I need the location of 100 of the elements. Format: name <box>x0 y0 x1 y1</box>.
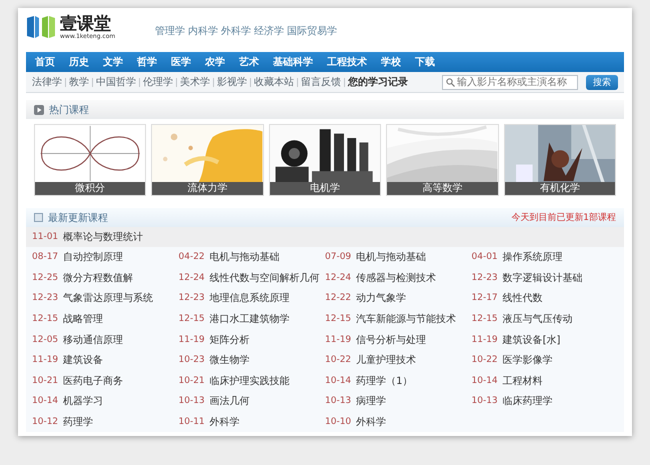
course-link[interactable]: 操作系统原理 <box>502 250 563 264</box>
course-date: 11-01 <box>32 232 58 242</box>
play-icon <box>34 104 44 114</box>
search-button[interactable]: 搜索 <box>586 74 618 90</box>
sub-nav-link[interactable]: 中国哲学 <box>96 75 136 89</box>
course-date: 12-15 <box>178 314 205 324</box>
course-date: 10-14 <box>472 376 498 386</box>
top-link[interactable]: 管理学 <box>155 24 186 38</box>
course-link[interactable]: 地理信息系统原理 <box>210 291 290 306</box>
course-link[interactable]: 矩阵分析 <box>210 332 250 347</box>
course-date: 12-15 <box>472 314 498 324</box>
course-link[interactable]: 港口水工建筑物学 <box>210 312 290 326</box>
course-link[interactable]: 概率论与数理统计 <box>63 230 144 244</box>
logo-icon <box>26 14 56 40</box>
top-link[interactable]: 经济学 <box>254 24 284 38</box>
nav-link[interactable]: 历史 <box>66 55 92 69</box>
course-link[interactable]: 战略管理 <box>63 312 104 326</box>
course-link[interactable]: 线性代数 <box>502 291 543 306</box>
course-date: 10-14 <box>32 396 58 406</box>
course-date: 10-22 <box>325 355 352 366</box>
nav-link[interactable]: 文学 <box>100 55 126 69</box>
course-link[interactable]: 临床护理实践技能 <box>210 374 290 388</box>
course-link[interactable]: 临床药理学 <box>502 394 553 408</box>
nav-link[interactable]: 基础科学 <box>270 55 316 69</box>
course-card[interactable]: 微积分 <box>34 124 146 196</box>
course-link[interactable]: 医学影像学 <box>502 353 553 368</box>
top-link[interactable]: 内科学 <box>188 24 218 38</box>
course-date: 10-21 <box>178 376 205 386</box>
course-caption: 微积分 <box>35 182 146 195</box>
course-card[interactable]: 流体力学 <box>151 124 264 196</box>
course-card[interactable]: 有机化学 <box>504 124 616 196</box>
course-link[interactable]: 移动通信原理 <box>63 332 124 347</box>
nav-link[interactable]: 医学 <box>168 55 194 69</box>
nav-link[interactable]: 艺术 <box>236 55 262 69</box>
course-date: 12-24 <box>325 272 352 283</box>
course-date: 12-15 <box>32 314 58 324</box>
course-link[interactable]: 工程材料 <box>502 374 543 388</box>
sub-nav-link[interactable]: 伦理学 <box>143 75 173 89</box>
course-link[interactable]: 自动控制原理 <box>63 250 124 264</box>
section-title: 最新更新课程 <box>48 212 108 224</box>
course-date: 10-14 <box>325 376 352 386</box>
nav-link[interactable]: 下载 <box>412 55 438 69</box>
update-notice: 今天到目前已更新1部课程 <box>511 212 616 224</box>
course-link[interactable]: 动力气象学 <box>356 291 406 306</box>
course-link[interactable]: 病理学 <box>356 394 386 408</box>
course-date: 10-13 <box>325 396 352 406</box>
course-date: 11-19 <box>472 334 498 345</box>
course-link[interactable]: 药理学 <box>63 415 94 430</box>
featured-row[interactable]: 11-01 概率论与数理统计 <box>26 227 624 247</box>
course-link[interactable]: 微生物学 <box>210 353 250 368</box>
course-caption: 有机化学 <box>504 182 616 195</box>
nav-link[interactable]: 哲学 <box>134 55 160 69</box>
nav-link[interactable]: 首页 <box>32 55 58 69</box>
sub-nav-link[interactable]: 美术学 <box>180 75 210 89</box>
course-link[interactable]: 机器学习 <box>63 394 104 408</box>
top-link[interactable]: 国际贸易学 <box>287 24 338 38</box>
logo-text: 壹课堂 <box>60 14 112 32</box>
course-card[interactable]: 电机学 <box>268 124 382 196</box>
course-date: 12-23 <box>178 293 205 304</box>
course-link[interactable]: 汽车新能源与节能技术 <box>356 312 456 326</box>
course-date: 10-21 <box>32 376 58 386</box>
course-link[interactable]: 外科学 <box>356 415 386 430</box>
course-date: 10-13 <box>178 396 205 406</box>
nav-link[interactable]: 学校 <box>378 55 404 69</box>
course-date: 12-05 <box>32 334 58 345</box>
course-link[interactable]: 建筑设备 <box>63 353 104 368</box>
sub-nav-link[interactable]: 收藏本站 <box>254 75 294 89</box>
course-date: 10-22 <box>472 355 498 366</box>
course-link[interactable]: 数字逻辑设计基础 <box>502 270 583 285</box>
course-link[interactable]: 医药电子商务 <box>63 374 124 388</box>
sub-nav-link[interactable]: 留言反馈 <box>301 75 341 89</box>
course-link[interactable]: 线性代数与空间解析几何 <box>210 270 320 285</box>
course-date: 12-17 <box>472 293 498 304</box>
course-date: 04-01 <box>472 252 498 262</box>
course-link[interactable]: 电机与拖动基础 <box>210 250 280 264</box>
course-link[interactable]: 建筑设备[水] <box>502 332 560 347</box>
course-date: 07-09 <box>325 252 352 262</box>
course-card[interactable]: 高等数学 <box>386 124 499 196</box>
course-link[interactable]: 信号分析与处理 <box>356 332 426 347</box>
top-link[interactable]: 外科学 <box>221 24 252 38</box>
nav-link[interactable]: 工程技术 <box>324 55 370 69</box>
course-link[interactable]: 传感器与检测技术 <box>356 270 436 285</box>
history-link[interactable]: 您的学习记录 <box>348 75 408 89</box>
sub-nav-link[interactable]: 教学 <box>69 75 89 89</box>
sub-nav-link[interactable]: 影视学 <box>217 75 247 89</box>
course-link[interactable]: 气象雷达原理与系统 <box>63 291 154 306</box>
search-icon <box>446 78 455 86</box>
course-link[interactable]: 微分方程数值解 <box>63 270 134 285</box>
nav-link[interactable]: 农学 <box>202 55 228 69</box>
course-date: 11-19 <box>32 355 58 366</box>
course-link[interactable]: 外科学 <box>210 415 240 430</box>
course-date: 04-22 <box>178 252 205 262</box>
course-link[interactable]: 画法几何 <box>210 394 250 408</box>
course-date: 08-17 <box>32 252 58 262</box>
sub-nav-link[interactable]: 法律学 <box>32 75 62 89</box>
list-icon <box>34 213 43 222</box>
course-link[interactable]: 液压与气压传动 <box>502 312 573 326</box>
course-link[interactable]: 电机与拖动基础 <box>356 250 426 264</box>
course-link[interactable]: 药理学（1） <box>356 374 413 388</box>
course-link[interactable]: 儿童护理技术 <box>356 353 416 368</box>
